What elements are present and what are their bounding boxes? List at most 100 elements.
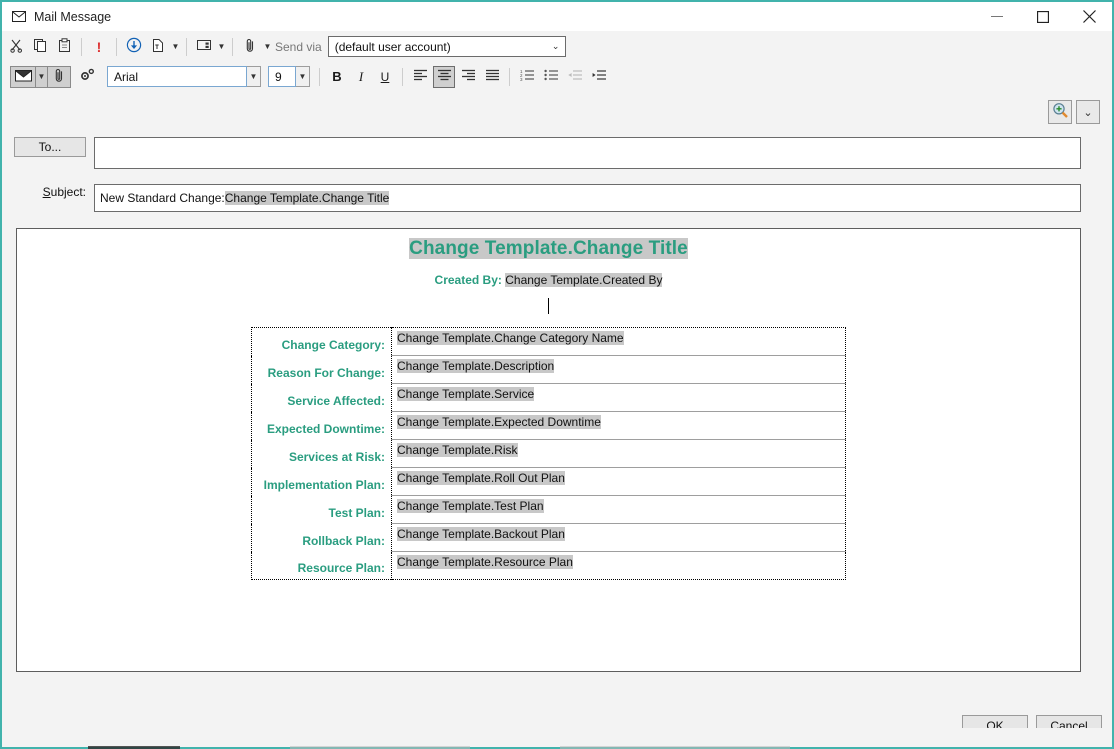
subject-label: Subject: [24, 185, 86, 201]
font-family-select[interactable]: Arial [107, 66, 247, 87]
paperclip-icon [244, 38, 257, 56]
row-label: Resource Plan: [251, 551, 392, 580]
text-caret [17, 298, 1080, 316]
mail-message-window: Mail Message ! ▼ ▼ ▼ Send via (default u… [0, 0, 1114, 749]
chevron-down-icon: ⌄ [551, 41, 560, 51]
font-size-select[interactable]: 9 [268, 66, 296, 87]
table-row: Change Category: Change Template.Change C… [251, 327, 846, 356]
table-row: Test Plan: Change Template.Test Plan [251, 495, 846, 524]
underline-button[interactable]: U [374, 66, 396, 88]
envelope-icon [12, 11, 26, 22]
table-row: Implementation Plan: Change Template.Roll… [251, 467, 846, 496]
scissors-icon [9, 38, 24, 56]
subject-input[interactable]: New Standard Change: Change Template.Cha… [94, 184, 1081, 212]
to-button[interactable]: To... [14, 137, 86, 157]
row-label: Expected Downtime: [251, 411, 392, 440]
send-dropdown[interactable]: ▼ [36, 66, 47, 88]
send-via-label: Send via [275, 39, 322, 54]
bullet-list-button[interactable] [540, 66, 562, 88]
row-label: Implementation Plan: [251, 467, 392, 496]
indent-button[interactable] [588, 66, 610, 88]
settings-gear-button[interactable] [76, 66, 98, 88]
doc-created-by: Created By: Change Template.Created By [17, 273, 1080, 287]
doc-title-token: Change Template.Change Title [409, 238, 688, 259]
cut-button[interactable] [5, 36, 27, 58]
font-size-value: 9 [275, 69, 282, 84]
page-icon [151, 38, 165, 56]
toolbar-divider-2 [116, 37, 117, 56]
insert-file-button[interactable] [147, 36, 169, 58]
row-value-token: Change Template.Roll Out Plan [397, 471, 565, 485]
align-right-icon [461, 69, 476, 84]
format-divider-2 [402, 67, 403, 86]
attach-dropdown[interactable]: ▼ [262, 36, 273, 58]
chevron-down-icon: ⌄ [1083, 106, 1093, 119]
window-title: Mail Message [34, 9, 112, 24]
align-center-icon [437, 69, 452, 84]
numbered-list-button[interactable]: 1 2 3 [516, 66, 538, 88]
row-value: Change Template.Change Category Name [391, 327, 846, 356]
row-value: Change Template.Roll Out Plan [391, 467, 846, 496]
change-details-rows: Change Category: Change Template.Change C… [251, 327, 846, 580]
exclamation-icon: ! [96, 38, 102, 55]
layout-button[interactable] [193, 36, 215, 58]
attach-button-2[interactable] [48, 66, 70, 88]
align-left-button[interactable] [409, 66, 431, 88]
toolbar-primary: ! ▼ ▼ ▼ Send via (default user account) … [4, 31, 1110, 62]
send-via-value: (default user account) [334, 39, 451, 54]
send-via-select[interactable]: (default user account) ⌄ [327, 36, 566, 57]
message-body-editor[interactable]: Change Template.Change Title Created By:… [16, 228, 1081, 672]
outdent-icon [568, 69, 583, 84]
font-family-dropdown[interactable]: ▼ [247, 66, 261, 87]
insert-file-dropdown[interactable]: ▼ [170, 36, 181, 58]
align-left-icon [413, 69, 428, 84]
doc-title: Change Template.Change Title [17, 238, 1080, 260]
priority-button[interactable]: ! [88, 36, 110, 58]
panes-icon [196, 39, 212, 55]
table-row: Rollback Plan: Change Template.Backout Pl… [251, 523, 846, 552]
row-label: Reason For Change: [251, 355, 392, 384]
receive-button[interactable] [123, 36, 145, 58]
bold-button[interactable]: B [326, 66, 348, 88]
subject-label-accesskey: S [42, 185, 51, 199]
row-value-token: Change Template.Service [397, 387, 535, 401]
row-value-token: Change Template.Change Category Name [397, 331, 624, 345]
bold-label: B [332, 69, 342, 84]
send-button[interactable] [11, 66, 35, 88]
row-value-token: Change Template.Expected Downtime [397, 415, 601, 429]
close-button[interactable] [1066, 2, 1112, 31]
gear-icon [79, 68, 95, 85]
status-bar [4, 728, 1110, 745]
align-right-button[interactable] [457, 66, 479, 88]
change-details-table: Change Category: Change Template.Change C… [251, 327, 846, 580]
paperclip-icon [53, 68, 66, 86]
row-value: Change Template.Resource Plan [392, 552, 846, 580]
italic-button[interactable]: I [350, 66, 372, 88]
zoom-dropdown-button[interactable]: ⌄ [1076, 100, 1100, 124]
to-input[interactable] [94, 137, 1081, 169]
layout-dropdown[interactable]: ▼ [216, 36, 227, 58]
copy-button[interactable] [29, 36, 51, 58]
table-row: Service Affected: Change Template.Service [251, 383, 846, 412]
paste-button[interactable] [53, 36, 75, 58]
created-by-token: Change Template.Created By [505, 273, 663, 287]
toolbar-divider-4 [232, 37, 233, 56]
font-size-dropdown[interactable]: ▼ [296, 66, 310, 87]
send-group: ▼ [10, 65, 71, 88]
row-label: Test Plan: [251, 495, 392, 524]
font-family-value: Arial [114, 69, 139, 84]
row-value: Change Template.Service [391, 383, 846, 412]
envelope-check-icon [14, 69, 32, 85]
toolbar-divider-1 [81, 37, 82, 56]
align-justify-button[interactable] [481, 66, 503, 88]
minimize-button[interactable] [974, 2, 1020, 31]
table-row: Reason For Change: Change Template.Descri… [251, 355, 846, 384]
zoom-in-button[interactable] [1048, 100, 1072, 124]
attach-button[interactable] [239, 36, 261, 58]
download-circle-icon [126, 37, 142, 56]
align-center-button[interactable] [433, 65, 455, 88]
outdent-button[interactable] [564, 66, 586, 88]
italic-label: I [358, 68, 364, 84]
indent-icon [592, 69, 607, 84]
maximize-button[interactable] [1020, 2, 1066, 31]
